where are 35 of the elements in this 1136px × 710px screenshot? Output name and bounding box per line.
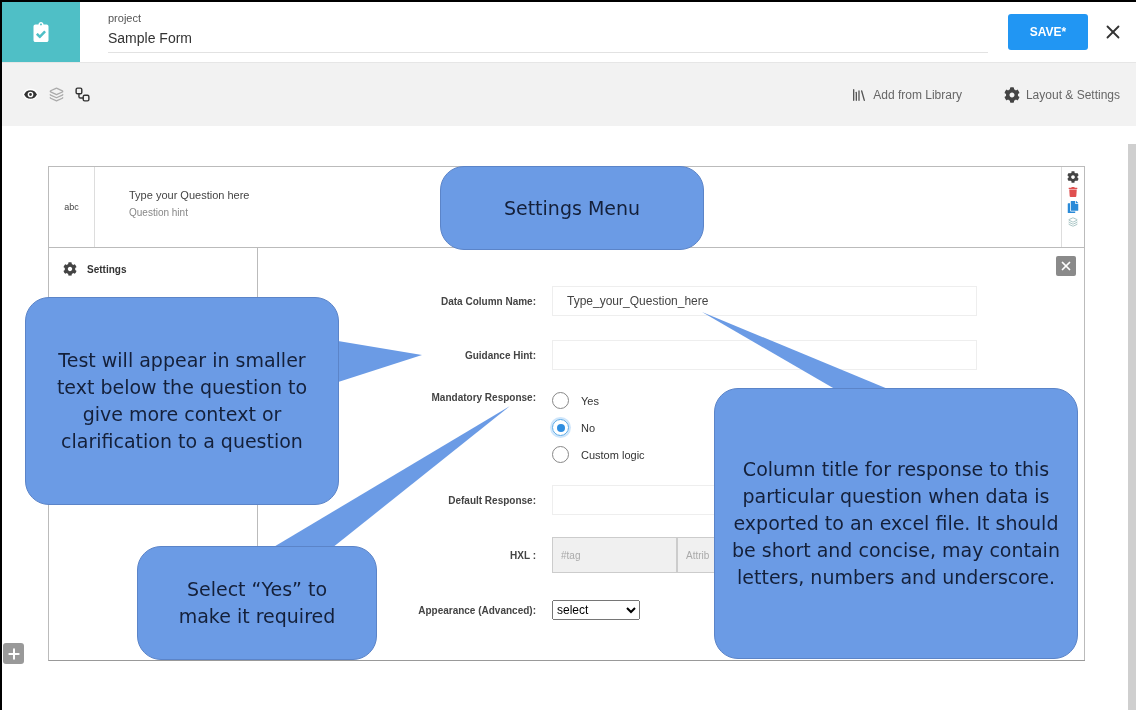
settings-icon — [1003, 86, 1020, 103]
settings-icon[interactable] — [1067, 171, 1079, 183]
field-label: Default Response: — [448, 494, 536, 506]
question-hint: Question hint — [129, 207, 188, 218]
settings-icon — [63, 262, 77, 276]
preview-icon[interactable] — [22, 86, 39, 103]
toolbar-action[interactable]: Add from Library — [845, 85, 968, 104]
callout-tooltip: Test will appear in smaller text below the question to give more context or clarification to a question — [25, 297, 339, 505]
question-type: abc — [49, 167, 95, 247]
delete-icon[interactable] — [1068, 187, 1078, 197]
library-icon — [851, 86, 868, 103]
group-icon[interactable] — [1068, 217, 1078, 227]
radio-button[interactable] — [552, 419, 569, 436]
plus-icon — [5, 645, 22, 662]
callout-tooltip: Select “Yes” to make it required — [137, 546, 377, 660]
layers-icon[interactable] — [49, 87, 64, 102]
field-label: Guidance Hint: — [464, 349, 536, 361]
field-label: Appearance (Advanced): — [418, 604, 536, 616]
callout-tooltip: Settings Menu — [440, 166, 704, 250]
close-icon[interactable] — [1056, 256, 1076, 276]
field-label: Mandatory Response: — [431, 392, 536, 403]
text-field[interactable]: Type_your_Question_here — [552, 286, 977, 316]
settings-heading: Settings — [87, 263, 127, 275]
text-field[interactable] — [552, 340, 977, 370]
field-label: HXL : — [510, 549, 536, 561]
form-title: Sample Form — [108, 29, 194, 46]
question-title: Type your Question here — [129, 189, 250, 201]
hxl-field[interactable]: #tag — [552, 537, 677, 573]
flow-icon[interactable] — [74, 86, 91, 103]
project-label: project — [108, 11, 143, 24]
add-button[interactable] — [3, 643, 24, 664]
appearance-select[interactable]: select — [552, 600, 640, 620]
copy-icon[interactable] — [1067, 201, 1079, 213]
field-label: Data Column Name: — [441, 295, 536, 307]
toolbar-action[interactable]: Layout & Settings — [997, 85, 1126, 104]
